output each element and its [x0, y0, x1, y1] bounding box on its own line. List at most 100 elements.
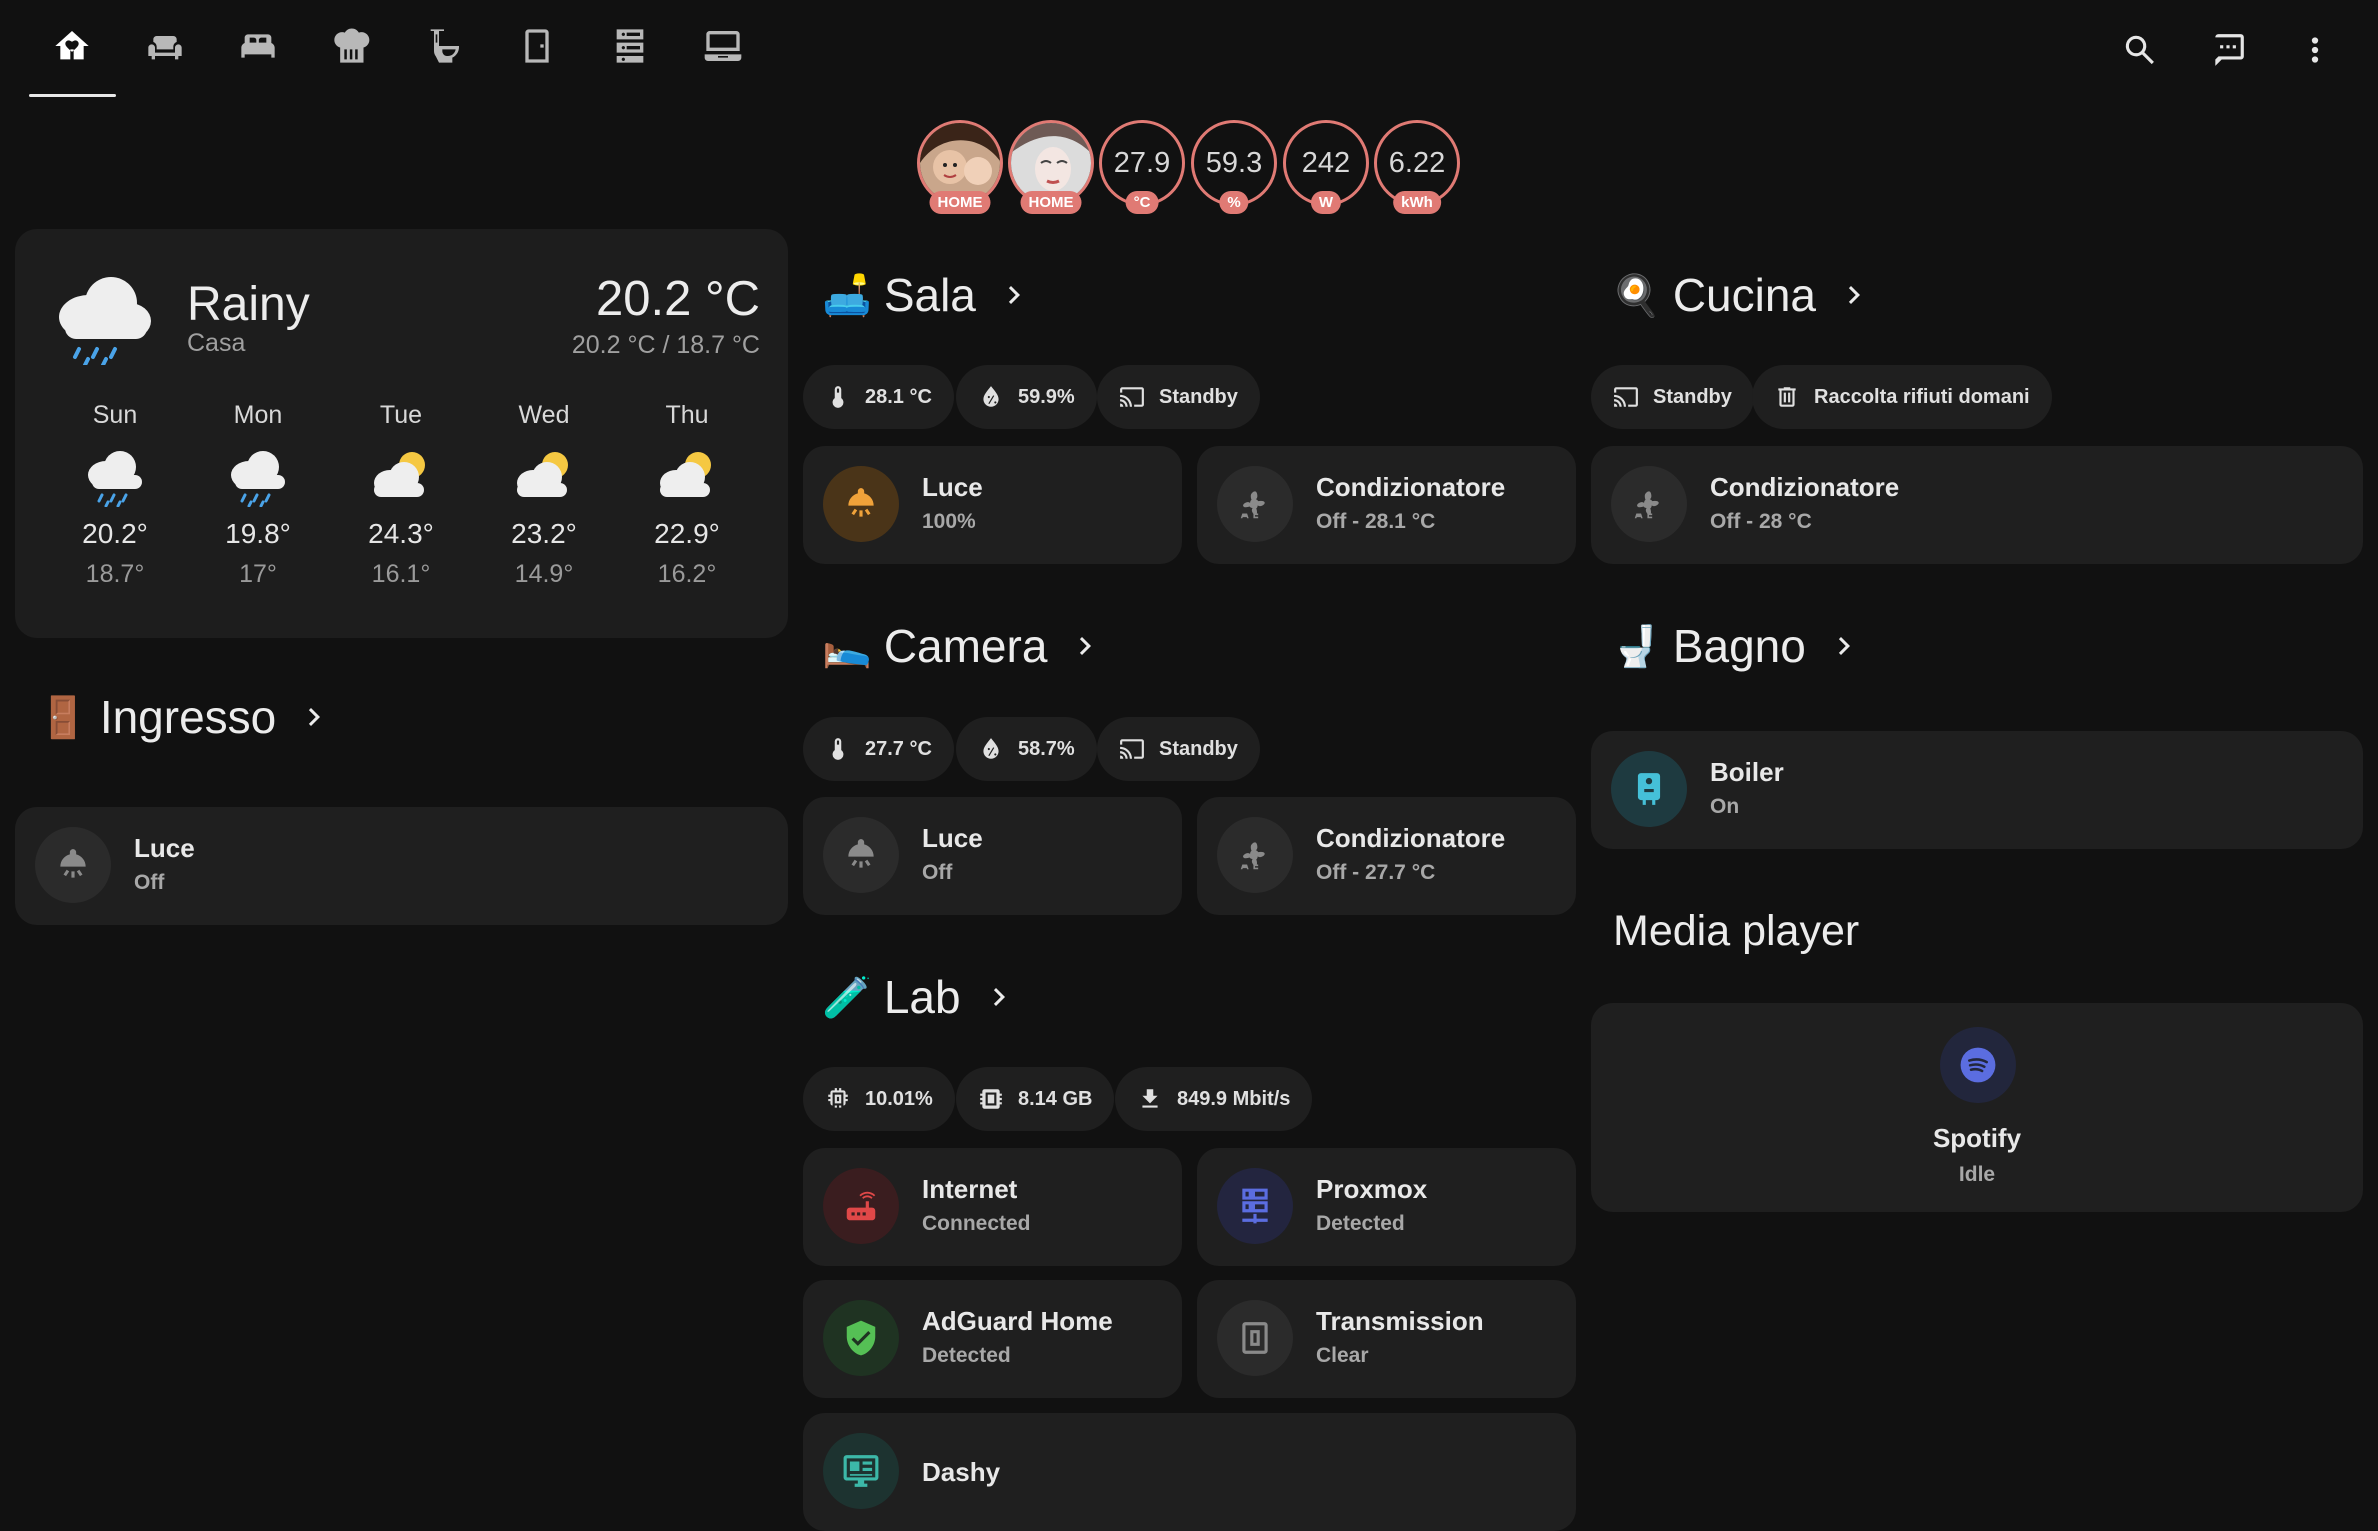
chip-cpu[interactable]: 10.01%	[803, 1067, 955, 1131]
badge-unit: W	[1310, 191, 1342, 214]
tile-state: Detected	[922, 1344, 1011, 1367]
tile-name: Luce	[922, 823, 983, 853]
tile-ingresso-luce[interactable]: Luce Off	[15, 807, 788, 925]
badge-unit: %	[1219, 191, 1249, 214]
thermometer-icon	[832, 738, 844, 760]
air-conditioner-icon	[1240, 491, 1265, 519]
chip-humidity[interactable]: 59.9%	[956, 365, 1097, 429]
room-title-camera[interactable]: 🛌 Camera	[822, 619, 1103, 673]
tab-server[interactable]	[602, 18, 658, 74]
tile-lab-internet[interactable]: Internet Connected	[803, 1148, 1182, 1266]
tile-lab-proxmox[interactable]: Proxmox Detected	[1197, 1148, 1576, 1266]
chip-value: Raccolta rifiuti domani	[1814, 385, 2030, 408]
tile-lab-dashy[interactable]: Dashy	[803, 1413, 1576, 1531]
tab-sofa[interactable]	[137, 18, 193, 74]
internet-button[interactable]	[823, 1168, 899, 1244]
tile-lab-transmission[interactable]: Transmission Clear	[1197, 1280, 1576, 1398]
chip-humidity[interactable]: 58.7%	[956, 717, 1097, 781]
partly-cloudy-icon	[374, 452, 425, 497]
climate-button[interactable]	[1611, 466, 1687, 542]
energy-badge[interactable]: 6.22 kWh	[1374, 120, 1460, 214]
proxmox-button[interactable]	[1217, 1168, 1293, 1244]
search-button[interactable]	[2112, 22, 2168, 78]
top-app-bar	[0, 0, 2378, 97]
adguard-button[interactable]	[823, 1300, 899, 1376]
humidity-badge[interactable]: 59.3 %	[1191, 120, 1277, 214]
tile-camera-condizionatore[interactable]: Condizionatore Off - 27.7 °C	[1197, 797, 1576, 915]
rainy-icon	[88, 451, 142, 507]
door-emoji-icon: 🚪	[38, 695, 88, 740]
partly-cloudy-icon	[517, 452, 568, 497]
weather-forecast-card[interactable]: Rainy Casa 20.2 °C 20.2 °C / 18.7 °C Sun…	[15, 229, 788, 638]
message-icon	[2215, 34, 2244, 66]
chip-waste-collection[interactable]: Raccolta rifiuti domani	[1752, 365, 2052, 429]
light-button[interactable]	[35, 827, 111, 903]
forecast-day-name: Mon	[233, 401, 283, 429]
server-network-icon	[1242, 1188, 1268, 1224]
chip-value: Standby	[1159, 737, 1238, 760]
tile-name: Transmission	[1316, 1306, 1484, 1336]
badge-value: 27.9	[1113, 146, 1171, 179]
ceiling-light-icon	[60, 849, 86, 878]
spotify-button[interactable]	[1940, 1027, 2016, 1103]
tab-bed[interactable]	[230, 18, 286, 74]
room-title-ingresso[interactable]: 🚪 Ingresso	[38, 690, 332, 744]
transmission-button[interactable]	[1217, 1300, 1293, 1376]
chip-media-cast[interactable]: Standby	[1591, 365, 1754, 429]
tile-sala-condizionatore[interactable]: Condizionatore Off - 28.1 °C	[1197, 446, 1576, 564]
media-player-state: Idle	[1958, 1163, 1996, 1186]
tab-home[interactable]	[44, 18, 100, 74]
tile-camera-luce[interactable]: Luce Off	[803, 797, 1182, 915]
boiler-button[interactable]	[1611, 751, 1687, 827]
shield-check-icon	[846, 1320, 876, 1356]
dashy-button[interactable]	[823, 1433, 899, 1509]
light-button[interactable]	[823, 466, 899, 542]
climate-button[interactable]	[1217, 817, 1293, 893]
media-player-card[interactable]: Spotify Idle	[1591, 1003, 2363, 1212]
air-conditioner-icon	[1634, 491, 1659, 519]
weather-temperature: 20.2 °C	[596, 272, 760, 326]
search-icon	[2125, 35, 2154, 65]
climate-button[interactable]	[1217, 466, 1293, 542]
tile-sala-luce[interactable]: Luce 100%	[803, 446, 1182, 564]
spotify-icon	[1960, 1047, 1996, 1083]
assist-button[interactable]	[2200, 22, 2256, 78]
badge-value: 6.22	[1388, 146, 1446, 179]
chevron-right-icon	[993, 988, 1005, 1006]
tile-lab-adguard[interactable]: AdGuard Home Detected	[803, 1280, 1182, 1398]
partly-cloudy-icon	[660, 452, 711, 497]
tab-laptop[interactable]	[695, 18, 751, 74]
chip-temperature[interactable]: 28.1 °C	[803, 365, 954, 429]
tab-entrance[interactable]	[509, 18, 565, 74]
trash-can-icon	[1778, 387, 1796, 407]
room-title-lab[interactable]: 🧪 Lab	[822, 970, 1017, 1024]
tile-name: Boiler	[1710, 757, 1784, 787]
chip-media-cast[interactable]: Standby	[1097, 717, 1260, 781]
badge-unit: kWh	[1393, 191, 1441, 214]
room-title-bagno[interactable]: 🚽 Bagno	[1611, 619, 1862, 673]
overflow-menu-button[interactable]	[2287, 22, 2343, 78]
weather-condition: Rainy	[187, 278, 310, 331]
room-title-cucina[interactable]: 🍳 Cucina	[1611, 268, 1872, 322]
room-name: Lab	[883, 971, 961, 1023]
power-badge[interactable]: 242 W	[1283, 120, 1369, 214]
tab-kitchen[interactable]	[323, 18, 379, 74]
tab-bathroom[interactable]	[416, 18, 472, 74]
chevron-right-icon	[1838, 637, 1850, 655]
tile-name: Condizionatore	[1316, 823, 1506, 853]
air-conditioner-icon	[1240, 842, 1265, 870]
chip-temperature[interactable]: 27.7 °C	[803, 717, 954, 781]
router-icon	[846, 1191, 876, 1221]
cast-icon	[1614, 387, 1638, 407]
chip-memory[interactable]: 8.14 GB	[956, 1067, 1115, 1131]
person-badge-1[interactable]: HOME	[917, 120, 1003, 214]
tile-cucina-condizionatore[interactable]: Condizionatore Off - 28 °C	[1591, 446, 2363, 564]
tile-bagno-boiler[interactable]: Boiler On	[1591, 731, 2363, 849]
light-button[interactable]	[823, 817, 899, 893]
bed-icon	[241, 34, 275, 58]
chip-download-speed[interactable]: 849.9 Mbit/s	[1115, 1067, 1313, 1131]
chip-media-cast[interactable]: Standby	[1097, 365, 1260, 429]
temperature-badge[interactable]: 27.9 °C	[1099, 120, 1185, 214]
room-title-sala[interactable]: 🛋️ Sala	[822, 268, 1032, 322]
person-badge-2[interactable]: HOME	[1008, 120, 1094, 214]
